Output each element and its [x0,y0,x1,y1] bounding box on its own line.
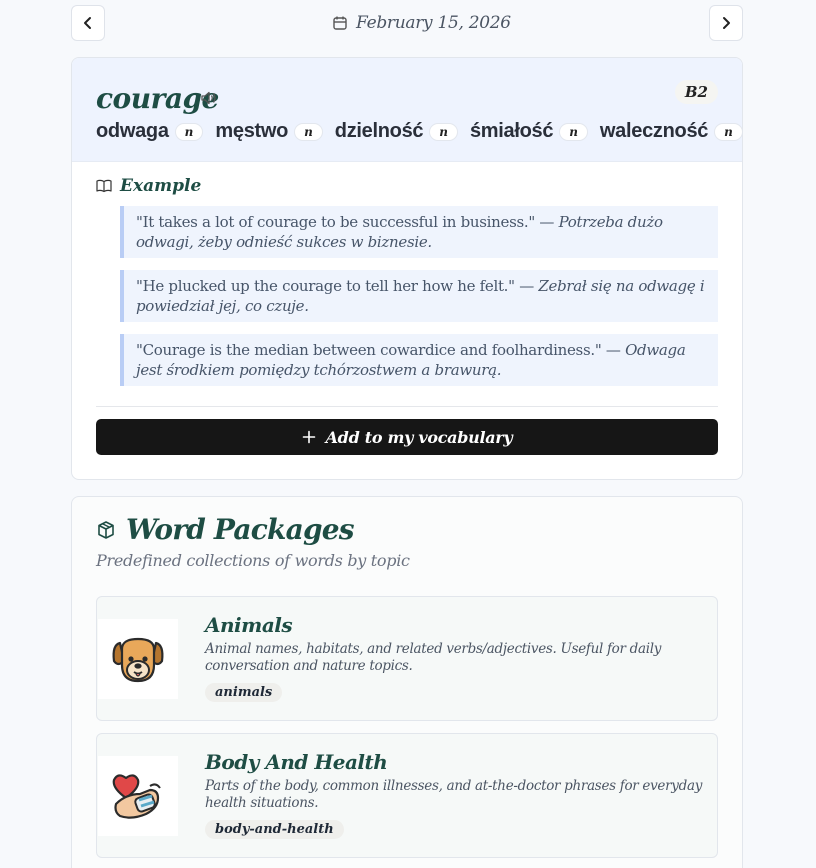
package-description: Parts of the body, common illnesses, and… [205,778,703,811]
dog-icon [98,619,178,699]
translation-word: dzielność [334,120,424,142]
package-description: Animal names, habitats, and related verb… [205,641,662,674]
open-book-icon [96,179,112,193]
add-to-vocabulary-button[interactable]: Add to my vocabulary [96,419,718,455]
next-day-button[interactable] [709,5,743,41]
example-en: "It takes a lot of courage to be success… [136,213,555,231]
package-tag: animals [205,683,283,702]
calendar-icon [333,16,347,30]
add-button-label: Add to my vocabulary [325,427,513,447]
translation-word: waleczność [599,120,709,142]
packages-subtitle: Predefined collections of words by topic [96,551,410,570]
example-en: "Courage is the median between cowardice… [136,341,621,359]
word-packages-card: Word Packages Predefined collections of … [71,496,743,868]
pos-badge: n [559,122,588,141]
pos-badge: n [174,122,204,141]
translation-word: odwaga [96,120,169,142]
speaker-icon[interactable] [200,90,218,111]
example-heading-label: Example [120,176,202,196]
translation-word: śmiałość [469,120,554,142]
packages-title: Word Packages [96,513,355,546]
package-name: Body And Health [205,750,388,774]
example-quote: "Courage is the median between cowardice… [120,334,718,386]
package-item-body-and-health[interactable]: Body And Health Parts of the body, commo… [96,733,718,858]
level-badge: B2 [674,80,718,104]
package-tag: body-and-health [205,820,344,839]
pos-badge: n [294,122,323,141]
example-en: "He plucked up the courage to tell her h… [136,277,534,295]
word-card: courage B2 odwaga n męstwo n dzielność n… [71,57,743,480]
translations-list: odwaga n męstwo n dzielność n śmiałość n… [96,120,742,143]
divider [96,406,718,407]
translation-word: męstwo [215,120,289,142]
package-item-animals[interactable]: Animals Animal names, habitats, and rela… [96,596,718,721]
pos-badge: n [714,122,742,141]
example-quote: "It takes a lot of courage to be success… [120,206,718,258]
pos-badge: n [429,122,458,141]
word-header: courage B2 odwaga n męstwo n dzielność n… [72,58,742,162]
date-display: February 15, 2026 [332,10,511,36]
date-label: February 15, 2026 [356,13,511,33]
chevron-left-icon [84,17,91,29]
example-quote: "He plucked up the courage to tell her h… [120,270,718,322]
example-heading: Example [96,176,201,196]
plus-icon [302,430,315,444]
prev-day-button[interactable] [71,5,105,41]
package-icon [98,520,114,539]
packages-title-label: Word Packages [126,513,355,546]
chevron-right-icon [723,17,730,29]
package-name: Animals [205,613,293,637]
heart-hand-icon [98,756,178,836]
